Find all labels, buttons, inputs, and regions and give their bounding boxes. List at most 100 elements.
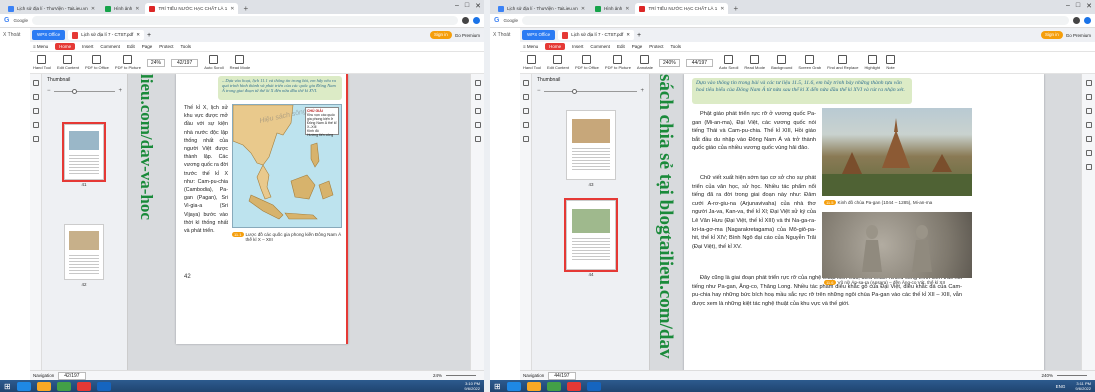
close-icon[interactable]: ✕ <box>626 30 630 40</box>
menu-item[interactable]: Comment <box>100 44 120 49</box>
hand-tool-button[interactable]: Hand Tool <box>33 55 51 70</box>
word-icon[interactable] <box>586 381 601 391</box>
print-icon[interactable] <box>1085 122 1092 128</box>
note-button[interactable]: Note <box>886 55 896 70</box>
menu-item[interactable]: Tools <box>180 44 191 49</box>
close-window-button[interactable]: ✕ <box>475 2 481 10</box>
signin-button[interactable]: Sign in <box>429 31 452 39</box>
page-thumbnail[interactable] <box>566 110 616 180</box>
annotate-button[interactable]: Annotate <box>637 55 653 70</box>
menu-item[interactable]: Edit <box>127 44 135 49</box>
close-icon[interactable]: ✕ <box>230 6 234 12</box>
pdf-to-picture-button[interactable]: PDF to Picture <box>605 55 631 70</box>
page-thumbnail[interactable] <box>62 122 106 182</box>
maximize-button[interactable]: □ <box>465 2 469 10</box>
wps-icon[interactable] <box>76 381 91 391</box>
premium-link[interactable]: Go Premium <box>455 33 480 38</box>
address-bar[interactable] <box>521 16 1069 25</box>
zoom-out-icon[interactable] <box>1085 164 1092 170</box>
close-icon[interactable]: ✕ <box>581 6 585 12</box>
new-tab-button[interactable]: + <box>240 3 251 14</box>
plus-icon[interactable]: + <box>118 88 122 94</box>
properties-icon[interactable] <box>1085 80 1092 86</box>
close-icon[interactable]: ✕ <box>91 6 95 12</box>
new-tab-button[interactable]: + <box>730 3 741 14</box>
attachment-icon[interactable] <box>522 122 529 128</box>
hand-tool-button[interactable]: Hand Tool <box>523 55 541 70</box>
profile-icon[interactable] <box>473 17 480 24</box>
thumbnail-icon[interactable] <box>522 80 529 86</box>
zoom-field[interactable]: 24% <box>146 58 165 67</box>
exit-label[interactable]: X Thoát <box>493 32 510 38</box>
close-icon[interactable]: ✕ <box>625 6 629 12</box>
menu-item[interactable]: Insert <box>82 44 93 49</box>
premium-link[interactable]: Go Premium <box>1066 33 1091 38</box>
menu-item[interactable]: Protect <box>649 44 663 49</box>
find-replace-button[interactable]: Find and Replace <box>827 55 858 70</box>
taskbar-clock[interactable]: 3:10 PM 9/6/2022 <box>464 381 484 391</box>
browser-tab[interactable]: Lịch sử địa lí - ThưViện - TaiLieu.vn ✕ <box>494 3 589 14</box>
add-tab-button[interactable]: + <box>637 32 641 39</box>
folder-icon[interactable] <box>526 381 541 391</box>
folder-icon[interactable] <box>36 381 51 391</box>
read-mode-button[interactable]: Read Mode <box>230 55 250 70</box>
search-icon[interactable] <box>522 136 529 142</box>
menu-item[interactable]: Protect <box>159 44 173 49</box>
wps-home-tab[interactable]: WPS Office <box>32 30 66 40</box>
wps-doc-tab[interactable]: Lịch sử địa lí 7 - CTST.pdf ✕ <box>558 30 634 40</box>
document-viewport[interactable]: sách chia sẻ tại blogtailieu.com/dav Dựa… <box>650 74 1081 370</box>
properties-icon[interactable] <box>474 80 481 86</box>
zoom-field[interactable]: 240% <box>658 58 680 67</box>
background-button[interactable]: Background <box>771 55 792 70</box>
attachment-icon[interactable] <box>32 122 39 128</box>
edit-content-button[interactable]: Edit Content <box>57 55 79 70</box>
minus-icon[interactable]: − <box>47 88 51 94</box>
taskbar-clock[interactable]: 3:11 PM 9/6/2022 <box>1075 381 1095 391</box>
address-bar[interactable] <box>31 16 458 25</box>
thumbnail-size-slider[interactable]: − + <box>532 86 649 96</box>
maximize-button[interactable]: □ <box>1076 2 1080 10</box>
extension-icon[interactable] <box>1073 17 1080 24</box>
page-field[interactable]: 44/197 <box>685 58 714 67</box>
comment-panel-icon[interactable] <box>474 94 481 100</box>
share-icon[interactable] <box>1085 108 1092 114</box>
close-icon[interactable]: ✕ <box>720 6 724 12</box>
slider-knob[interactable] <box>571 88 577 94</box>
comment-icon[interactable] <box>32 108 39 114</box>
page-thumbnail[interactable] <box>564 198 618 272</box>
print-icon[interactable] <box>474 122 481 128</box>
menu-item[interactable]: ≡ Menu <box>33 44 48 49</box>
zoom-slider[interactable] <box>446 375 476 376</box>
document-viewport[interactable]: lieu.com/dav-va-hoc – Dựa vào hoạt, lịch… <box>128 74 470 370</box>
export-icon[interactable] <box>474 136 481 142</box>
profile-icon[interactable] <box>1084 17 1091 24</box>
browser-tab[interactable]: TRÍ TIẾU NƯỚC HẠC CHẤT LÀ 1 ✕ <box>145 3 239 14</box>
menu-item-home[interactable]: Home <box>55 43 76 50</box>
navigation-toggle[interactable]: Navigation <box>33 373 54 378</box>
start-icon[interactable]: ⊞ <box>4 382 11 391</box>
menu-item[interactable]: Insert <box>572 44 583 49</box>
menu-item[interactable]: Edit <box>617 44 625 49</box>
wps-icon[interactable] <box>566 381 581 391</box>
minimize-button[interactable]: – <box>1066 2 1070 10</box>
comment-icon[interactable] <box>522 108 529 114</box>
wps-home-tab[interactable]: WPS Office <box>522 30 556 40</box>
bookmark-icon[interactable] <box>522 94 529 100</box>
browser-tab[interactable]: Hình ảnh ✕ <box>101 3 143 14</box>
plus-icon[interactable]: + <box>640 88 644 94</box>
language-indicator[interactable]: ENG <box>1056 384 1066 389</box>
search-icon[interactable] <box>32 136 39 142</box>
thumbnail-size-slider[interactable]: − + <box>42 86 127 96</box>
highlight-button[interactable]: Highlight <box>864 55 880 70</box>
pdf-to-office-button[interactable]: PDF to Office <box>575 55 599 70</box>
thumbnail-icon[interactable] <box>32 80 39 86</box>
auto-scroll-button[interactable]: Auto Scroll <box>204 55 224 70</box>
close-icon[interactable]: ✕ <box>135 6 139 12</box>
browser-tab[interactable]: TRÍ TIẾU NƯỚC HẠC CHẤT LÀ 1 ✕ <box>635 3 729 14</box>
auto-scroll-button[interactable]: Auto Scroll <box>719 55 738 70</box>
menu-item[interactable]: Page <box>142 44 153 49</box>
close-window-button[interactable]: ✕ <box>1086 2 1092 10</box>
word-icon[interactable] <box>96 381 111 391</box>
status-zoom[interactable]: 240% <box>1041 373 1053 378</box>
chrome-icon[interactable] <box>56 381 71 391</box>
